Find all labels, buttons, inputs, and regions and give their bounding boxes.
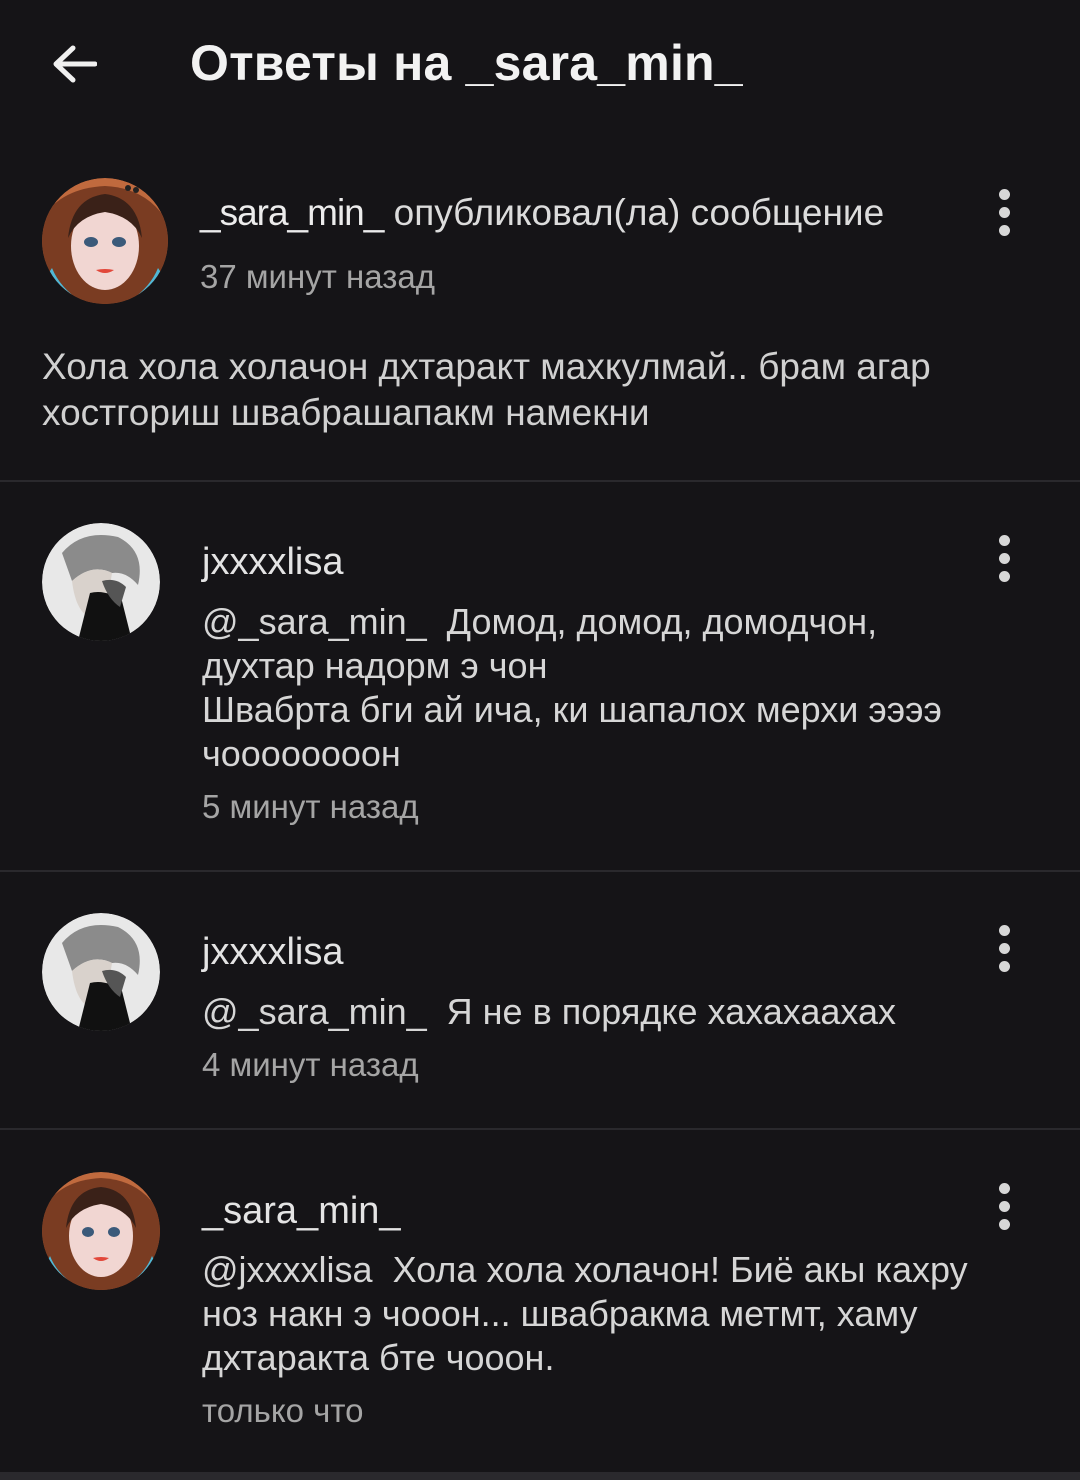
- post-body: Хола хола холачон дхтаракт махкулмай.. б…: [42, 346, 931, 433]
- reply-username[interactable]: _sara_min_: [202, 1190, 401, 1233]
- reply-time: 4 минут назад: [202, 1046, 419, 1083]
- arrow-left-icon: [53, 45, 97, 83]
- reply-message: Я не в порядке хахахаахах: [446, 991, 897, 1032]
- more-options-button[interactable]: [984, 182, 1024, 242]
- reply-text: @jxxxxlisa Хола хола холачон! Биё акы ка…: [202, 1248, 1032, 1380]
- user-photo: [42, 1172, 160, 1290]
- more-options-button[interactable]: [984, 1176, 1024, 1236]
- more-options-button[interactable]: [984, 918, 1024, 978]
- reply-text: @_sara_min_ Домод, домод, домодчон, духт…: [202, 600, 1032, 776]
- bottom-divider: [0, 1472, 1080, 1480]
- post-action: опубликовал(ла) сообщение: [393, 192, 885, 233]
- mention-link[interactable]: @_sara_min_: [202, 991, 427, 1032]
- back-button[interactable]: [46, 36, 102, 92]
- mention-link[interactable]: @_sara_min_: [202, 601, 427, 642]
- divider: [0, 480, 1080, 482]
- reply-text: @_sara_min_ Я не в порядке хахахаахах: [202, 990, 1032, 1034]
- more-options-button[interactable]: [984, 528, 1024, 588]
- reply-username[interactable]: jxxxxlisa: [202, 931, 343, 974]
- avatar[interactable]: [42, 1172, 160, 1290]
- mention-link[interactable]: @jxxxxlisa: [202, 1249, 373, 1290]
- reply-time: 5 минут назад: [202, 788, 419, 825]
- top-bar: Ответы на _sara_min_: [0, 0, 1080, 135]
- user-photo: [42, 913, 160, 1031]
- reply-username[interactable]: jxxxxlisa: [202, 541, 343, 584]
- user-photo: [42, 178, 168, 304]
- post-username[interactable]: _sara_min_: [200, 192, 384, 233]
- post-header: _sara_min_ опубликовал(ла) сообщение: [200, 192, 884, 234]
- avatar[interactable]: [42, 178, 168, 304]
- divider: [0, 870, 1080, 872]
- avatar[interactable]: [42, 523, 160, 641]
- divider: [0, 1128, 1080, 1130]
- avatar[interactable]: [42, 913, 160, 1031]
- page-title: Ответы на _sara_min_: [190, 35, 743, 91]
- post-time: 37 минут назад: [200, 258, 435, 295]
- reply-time: только что: [202, 1392, 364, 1429]
- user-photo: [42, 523, 160, 641]
